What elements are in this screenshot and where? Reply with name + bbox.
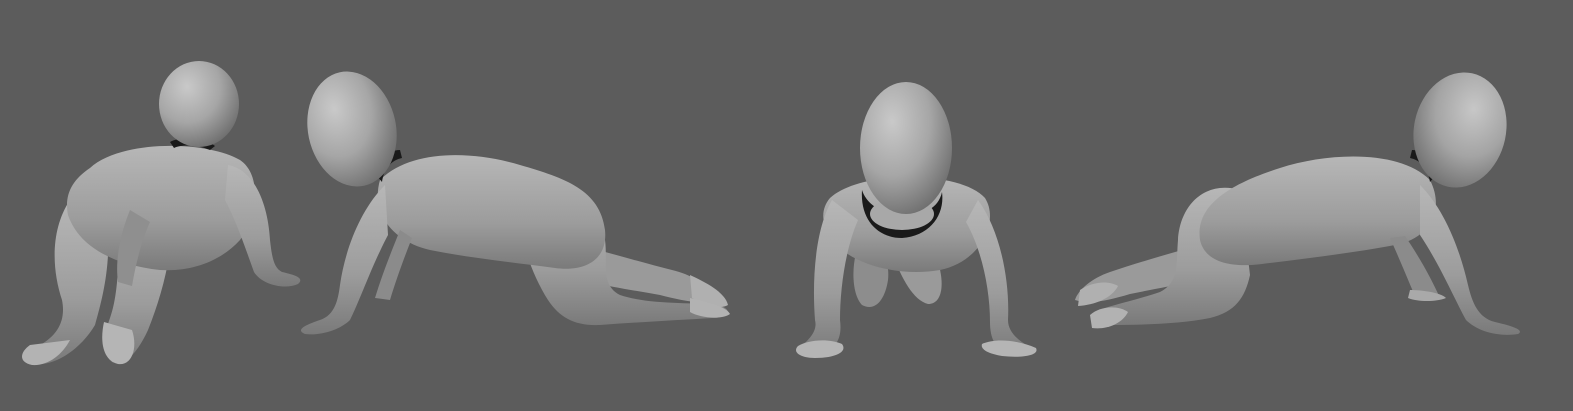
baby-figure-front-view xyxy=(795,82,1037,358)
baby-figure-back-view xyxy=(22,61,301,366)
render-viewport[interactable] xyxy=(0,0,1573,411)
turntable-render xyxy=(22,61,1520,366)
baby-figure-left-view xyxy=(300,71,730,335)
baby-figure-right-view xyxy=(1075,72,1520,335)
